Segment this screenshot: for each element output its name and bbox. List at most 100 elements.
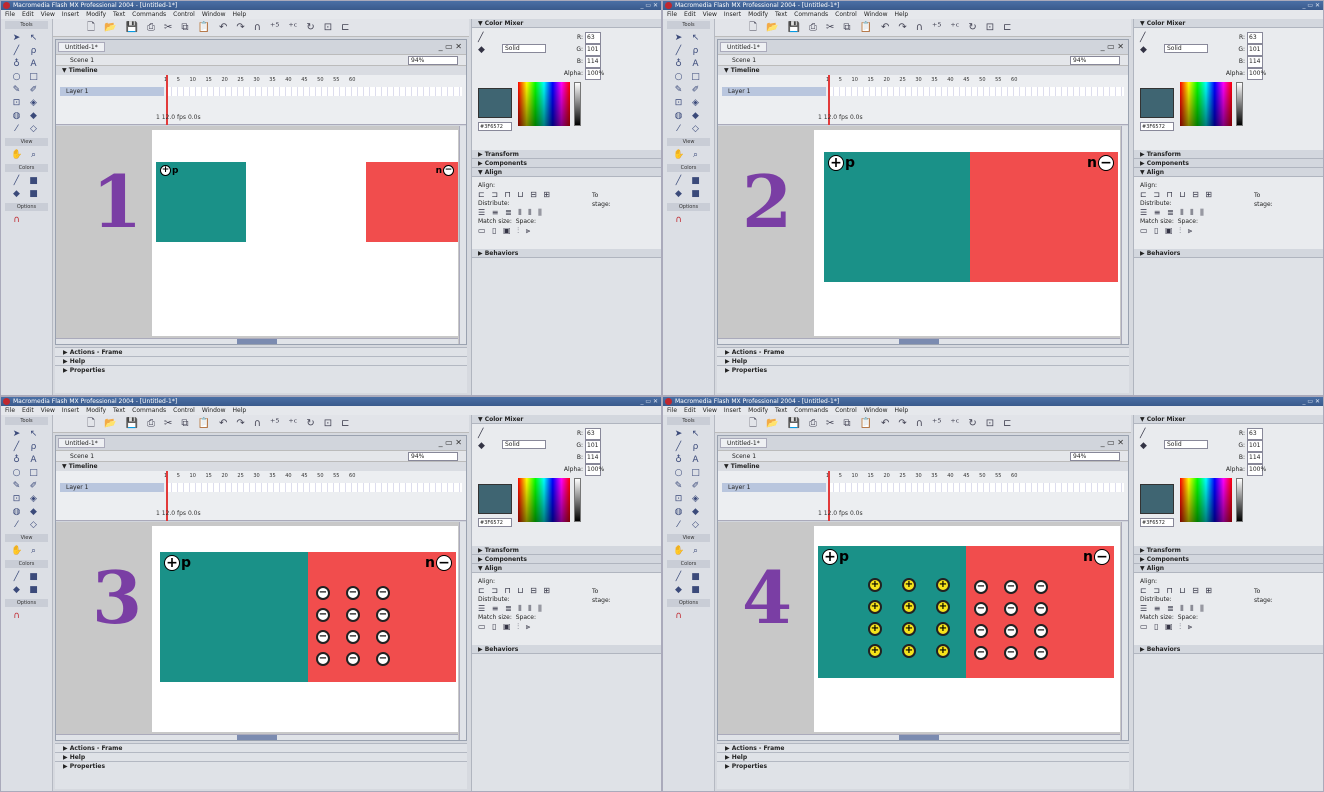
transform-header[interactable]: ▶ Transform	[472, 546, 661, 555]
new-file-icon[interactable]: 🗋	[749, 418, 757, 429]
fill-swatch-icon[interactable]: ■	[28, 585, 39, 595]
pen-tool-icon[interactable]: ♁	[11, 59, 22, 69]
distribute-buttons[interactable]: ☰ ≡ ≣ ⫴ ⦀ ⫼	[478, 208, 655, 217]
line-tool-icon[interactable]: ╱	[11, 46, 22, 56]
eraser-tool-icon[interactable]: ◇	[28, 520, 39, 530]
brush-tool-icon[interactable]: ✐	[28, 481, 39, 491]
panel-properties[interactable]: ▶ Properties	[717, 761, 1129, 770]
zoom-select[interactable]: 94%	[1070, 56, 1120, 65]
zoom-select[interactable]: 94%	[408, 56, 458, 65]
undo-icon[interactable]: ↶	[881, 22, 889, 33]
hand-tool-icon[interactable]: ✋	[11, 546, 22, 556]
fill-type-select[interactable]: Solid	[502, 44, 546, 53]
menu-window[interactable]: Window	[864, 407, 888, 414]
layer-row[interactable]: Layer 1	[60, 87, 164, 96]
window-controls[interactable]: _ ▭ ✕	[1302, 1, 1320, 10]
free-transform-tool-icon[interactable]: ⊡	[673, 494, 684, 504]
ink-bottle-tool-icon[interactable]: ◍	[11, 111, 22, 121]
eyedropper-tool-icon[interactable]: ⁄	[673, 124, 684, 134]
eraser-tool-icon[interactable]: ◇	[690, 520, 701, 530]
menu-insert[interactable]: Insert	[724, 407, 741, 414]
straighten-icon[interactable]: ⁺ᶜ	[288, 418, 297, 429]
horizontal-scrollbar[interactable]	[56, 338, 458, 344]
horizontal-scrollbar[interactable]	[718, 338, 1120, 344]
menu-file[interactable]: File	[667, 11, 677, 18]
frame-cells[interactable]	[166, 483, 462, 492]
scale-icon[interactable]: ⊡	[986, 22, 994, 33]
brush-tool-icon[interactable]: ✐	[690, 85, 701, 95]
hex-field[interactable]: #3F6572	[478, 122, 512, 131]
smooth-icon[interactable]: ⁺⁵	[270, 418, 279, 429]
hand-tool-icon[interactable]: ✋	[673, 546, 684, 556]
menu-edit[interactable]: Edit	[684, 407, 696, 414]
menu-help[interactable]: Help	[233, 11, 247, 18]
open-file-icon[interactable]: 📂	[104, 418, 116, 429]
brightness-slider[interactable]	[1236, 478, 1243, 522]
window-controls[interactable]: _ ▭ ✕	[1302, 397, 1320, 406]
straighten-icon[interactable]: ⁺ᶜ	[288, 22, 297, 33]
snap-icon[interactable]: ∩	[254, 418, 261, 429]
window-controls[interactable]: _ ▭ ✕	[640, 1, 658, 10]
menu-view[interactable]: View	[41, 11, 55, 18]
doc-tab[interactable]: Untitled-1*	[720, 42, 767, 52]
fill-transform-tool-icon[interactable]: ◈	[690, 494, 701, 504]
menu-window[interactable]: Window	[864, 11, 888, 18]
menu-file[interactable]: File	[667, 407, 677, 414]
smooth-icon[interactable]: ⁺⁵	[932, 418, 941, 429]
doc-window-controls[interactable]: _ ▭ ✕	[439, 42, 462, 51]
behaviors-header[interactable]: ▶ Behaviors	[472, 645, 661, 654]
print-icon[interactable]: ⎙	[147, 418, 155, 429]
scroll-thumb[interactable]	[898, 735, 939, 740]
cut-icon[interactable]: ✂	[164, 418, 172, 429]
snap-magnet-icon[interactable]: ∩	[11, 611, 22, 621]
g-field[interactable]: 101	[1247, 44, 1263, 56]
undo-icon[interactable]: ↶	[219, 418, 227, 429]
g-field[interactable]: 101	[585, 440, 601, 452]
fill-bucket-icon[interactable]: ◆	[478, 441, 485, 451]
smooth-icon[interactable]: ⁺⁵	[932, 22, 941, 33]
scroll-thumb[interactable]	[898, 339, 939, 344]
alpha-field[interactable]: 100%	[585, 464, 604, 476]
stage[interactable]: + p n − − − − − − − − − − − − −	[152, 526, 458, 732]
menu-view[interactable]: View	[703, 407, 717, 414]
horizontal-scrollbar[interactable]	[56, 734, 458, 740]
behaviors-header[interactable]: ▶ Behaviors	[1134, 249, 1323, 258]
straighten-icon[interactable]: ⁺ᶜ	[950, 418, 959, 429]
doc-window-controls[interactable]: _ ▭ ✕	[1101, 438, 1124, 447]
hex-field[interactable]: #3F6572	[478, 518, 512, 527]
panel-properties[interactable]: ▶ Properties	[55, 365, 467, 374]
paste-icon[interactable]: 📋	[197, 22, 209, 33]
frame-cells[interactable]	[828, 87, 1124, 96]
rectangle-tool-icon[interactable]: □	[28, 72, 39, 82]
hex-field[interactable]: #3F6572	[1140, 518, 1174, 527]
align-header[interactable]: ▼ Align	[1134, 564, 1323, 573]
redo-icon[interactable]: ↷	[898, 418, 906, 429]
stroke-color-icon[interactable]: ╱	[11, 572, 22, 582]
align-toggle-icon[interactable]: ⊏	[341, 418, 349, 429]
oval-tool-icon[interactable]: ○	[11, 468, 22, 478]
color-mixer-header[interactable]: ▼ Color Mixer	[472, 19, 661, 28]
lasso-tool-icon[interactable]: ρ	[28, 46, 39, 56]
fill-swatch-icon[interactable]: ■	[28, 189, 39, 199]
menu-insert[interactable]: Insert	[724, 11, 741, 18]
horizontal-scrollbar[interactable]	[718, 734, 1120, 740]
paint-bucket-tool-icon[interactable]: ◆	[28, 507, 39, 517]
frame-cells[interactable]	[828, 483, 1124, 492]
stage[interactable]: + p n −	[814, 130, 1120, 336]
menu-view[interactable]: View	[703, 11, 717, 18]
brightness-slider[interactable]	[574, 478, 581, 522]
vertical-scrollbar[interactable]	[1121, 126, 1128, 344]
layer-row[interactable]: Layer 1	[722, 87, 826, 96]
g-field[interactable]: 101	[585, 44, 601, 56]
menu-window[interactable]: Window	[202, 11, 226, 18]
arrow-tool-icon[interactable]: ➤	[11, 429, 22, 439]
align-buttons[interactable]: ⊏ ⊐ ⊓ ⊔ ⊟ ⊞	[478, 586, 655, 595]
behaviors-header[interactable]: ▶ Behaviors	[472, 249, 661, 258]
save-icon[interactable]: 💾	[126, 418, 138, 429]
distribute-buttons[interactable]: ☰ ≡ ≣ ⫴ ⦀ ⫼	[478, 604, 655, 613]
print-icon[interactable]: ⎙	[809, 22, 817, 33]
snap-icon[interactable]: ∩	[916, 418, 923, 429]
stroke-swatch-icon[interactable]: ■	[28, 572, 39, 582]
menu-edit[interactable]: Edit	[22, 407, 34, 414]
straighten-icon[interactable]: ⁺ᶜ	[950, 22, 959, 33]
